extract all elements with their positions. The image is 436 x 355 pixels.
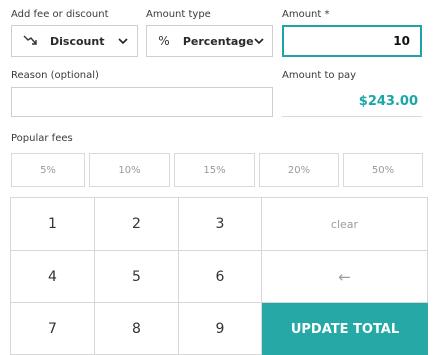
fee-option-15[interactable]: 15% <box>174 153 255 187</box>
amount-to-pay-display: $243.00 <box>282 87 422 117</box>
key-3[interactable]: 3 <box>179 198 262 251</box>
popular-fees-label: Popular fees <box>11 133 73 144</box>
amount-to-pay-value: $243.00 <box>358 94 418 109</box>
fee-option-50[interactable]: 50% <box>343 153 423 187</box>
numeric-keypad: 1 2 3 clear 4 5 6 ← 7 8 9 UPDATE TOTAL <box>10 197 428 355</box>
clear-button[interactable]: clear <box>262 198 428 251</box>
fee-discount-panel: Add fee or discount Amount type Amount *… <box>0 0 436 355</box>
amount-type-select[interactable]: % Percentage <box>146 25 273 57</box>
percent-icon: % <box>158 34 170 48</box>
amount-input[interactable]: 10 <box>282 25 422 57</box>
reason-label: Reason (optional) <box>11 70 99 81</box>
key-7[interactable]: 7 <box>11 303 95 355</box>
fee-option-20[interactable]: 20% <box>259 153 339 187</box>
reason-input[interactable] <box>11 87 273 117</box>
key-5[interactable]: 5 <box>95 251 179 303</box>
key-8[interactable]: 8 <box>95 303 179 355</box>
amount-to-pay-label: Amount to pay <box>282 70 357 81</box>
trend-down-icon <box>22 34 38 49</box>
chevron-down-icon <box>254 35 264 47</box>
key-6[interactable]: 6 <box>179 251 262 303</box>
type-select[interactable]: Discount <box>11 25 138 57</box>
key-2[interactable]: 2 <box>95 198 179 251</box>
key-4[interactable]: 4 <box>11 251 95 303</box>
fee-option-10[interactable]: 10% <box>89 153 170 187</box>
backspace-button[interactable]: ← <box>262 251 428 303</box>
type-label: Add fee or discount <box>11 9 109 20</box>
type-select-value: Discount <box>50 34 105 48</box>
arrow-left-icon: ← <box>338 267 351 286</box>
chevron-down-icon <box>117 35 129 47</box>
fee-option-5[interactable]: 5% <box>11 153 85 187</box>
key-1[interactable]: 1 <box>11 198 95 251</box>
amount-type-select-value: Percentage <box>182 34 254 48</box>
update-total-button[interactable]: UPDATE TOTAL <box>262 303 428 355</box>
amount-input-value: 10 <box>393 34 410 48</box>
amount-label: Amount * <box>282 9 330 20</box>
key-9[interactable]: 9 <box>179 303 262 355</box>
amount-type-label: Amount type <box>146 9 211 20</box>
